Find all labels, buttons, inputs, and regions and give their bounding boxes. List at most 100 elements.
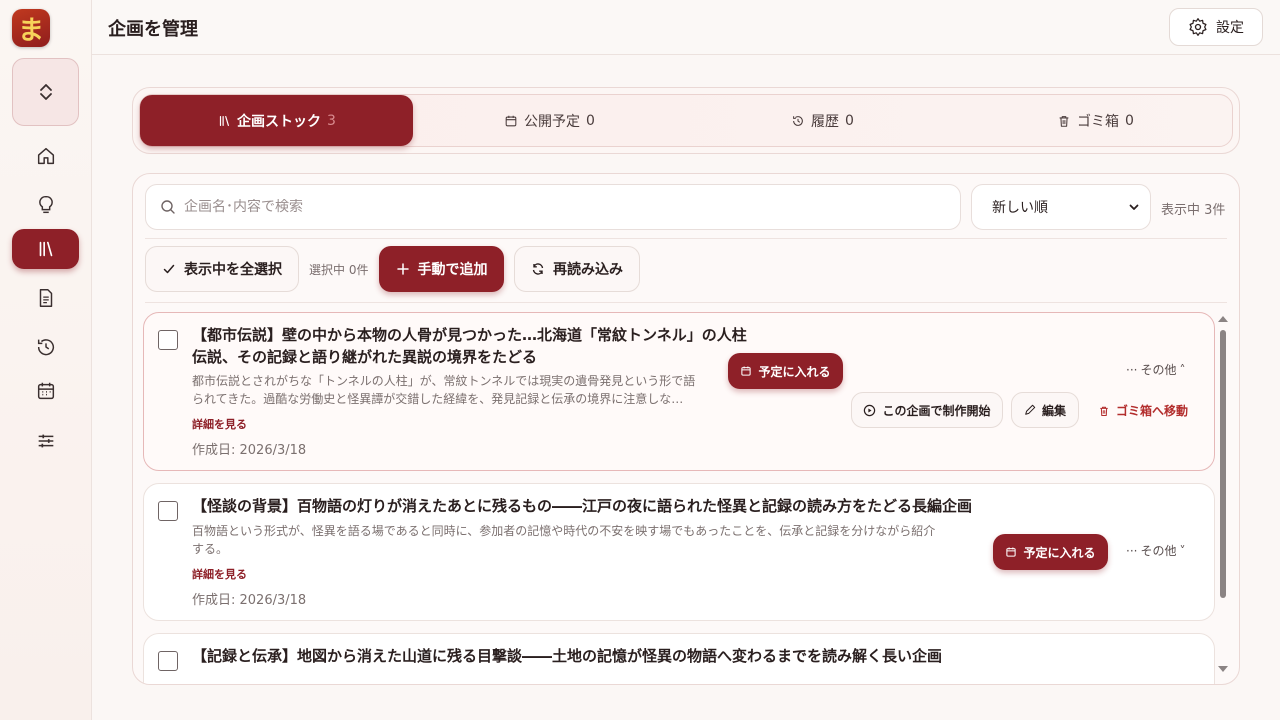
calendar-icon: [37, 382, 54, 400]
calendar-icon: [1006, 547, 1017, 557]
scroll-thumb[interactable]: [1220, 330, 1226, 598]
tab-count: 0: [845, 112, 854, 129]
showing-count: 表示中 3件: [1161, 203, 1226, 218]
sidebar: ま: [0, 0, 92, 720]
calendar-icon: [505, 115, 517, 126]
chevron-down-icon: [1129, 204, 1139, 210]
search-input[interactable]: [184, 199, 944, 215]
sidebar-item-ideas[interactable]: [12, 185, 79, 225]
ellipsis-icon: ···: [1126, 362, 1138, 377]
start-production-button[interactable]: この企画で制作開始: [851, 392, 1003, 428]
add-manual-button[interactable]: 手動で追加: [379, 246, 504, 292]
tab-label: 企画ストック: [237, 113, 322, 130]
page-title: 企画を管理: [108, 19, 198, 40]
chevron-down-icon: ˅: [1179, 543, 1186, 558]
trash-icon: [1059, 115, 1069, 127]
sliders-icon: [38, 434, 53, 448]
schedule-label: 予定に入れる: [758, 364, 831, 379]
schedule-label: 予定に入れる: [1023, 545, 1096, 560]
item-title: 【都市伝説】壁の中から本物の人骨が見つかった…北海道「常紋トンネル」の人柱 伝説…: [192, 326, 747, 366]
more-label: その他: [1140, 363, 1177, 377]
item-checkbox[interactable]: [158, 501, 178, 521]
sort-select[interactable]: 新しい順: [971, 184, 1151, 230]
settings-button[interactable]: 設定: [1169, 8, 1263, 46]
sort-value: 新しい順: [992, 200, 1048, 216]
sidebar-item-history[interactable]: [12, 327, 79, 367]
sidebar-item-library[interactable]: [12, 229, 79, 269]
pencil-icon: [1025, 404, 1036, 415]
item-description: 百物語という形式が、怪異を語る場であると同時に、参加者の記憶や時代の不安を映す場…: [192, 524, 936, 556]
sidebar-item-home[interactable]: [12, 136, 79, 176]
item-checkbox[interactable]: [158, 651, 178, 671]
lightbulb-icon: [38, 196, 53, 214]
home-icon: [37, 147, 54, 165]
list-item[interactable]: 【怪談の背景】百物語の灯りが消えたあとに残るもの――江戸の夜に語られた怪異と記録…: [143, 483, 1215, 621]
item-detail-link[interactable]: 詳細を見る: [192, 416, 247, 432]
item-title: 【記録と伝承】地図から消えた山道に残る目撃談――土地の記憶が怪異の物語へ変わるま…: [192, 647, 943, 665]
tab-count: 3: [327, 112, 336, 129]
list-scrollbar[interactable]: [1217, 316, 1229, 672]
app-logo[interactable]: ま: [12, 9, 50, 47]
tab-count: 0: [586, 112, 595, 129]
sidebar-toggle-button[interactable]: [12, 58, 79, 126]
gear-icon: [1189, 18, 1207, 36]
tab-stock[interactable]: 企画ストック 3: [140, 95, 413, 146]
schedule-button[interactable]: 予定に入れる: [728, 353, 843, 389]
search-box[interactable]: [145, 184, 961, 230]
plus-icon: [396, 263, 409, 275]
item-detail-link[interactable]: 詳細を見る: [192, 566, 247, 582]
list-item[interactable]: 【都市伝説】壁の中から本物の人骨が見つかった…北海道「常紋トンネル」の人柱 伝説…: [143, 312, 1215, 471]
tab-count: 0: [1125, 112, 1134, 129]
divider: [145, 238, 1227, 239]
chevron-up-down-icon: [39, 84, 52, 100]
start-production-label: この企画で制作開始: [882, 403, 991, 418]
play-circle-icon: [864, 404, 876, 416]
more-toggle[interactable]: ··· その他 ˄: [1126, 361, 1185, 378]
tab-label: 公開予定: [524, 113, 581, 130]
library-icon: [39, 241, 52, 257]
sidebar-item-settings[interactable]: [12, 421, 79, 461]
schedule-button[interactable]: 予定に入れる: [993, 534, 1108, 570]
item-created-date: 作成日: 2026/3/18: [192, 443, 307, 458]
edit-button[interactable]: 編集: [1011, 392, 1079, 428]
check-icon: [163, 264, 175, 274]
search-icon: [161, 200, 175, 214]
header: 企画を管理 設定: [92, 0, 1280, 55]
library-icon: [219, 115, 230, 126]
more-label: その他: [1140, 544, 1177, 558]
document-icon: [39, 289, 52, 307]
scroll-down-arrow-icon[interactable]: [1218, 666, 1228, 672]
item-created-date: 作成日: 2026/3/18: [192, 593, 307, 608]
select-all-label: 表示中を全選択: [184, 262, 282, 278]
settings-label: 設定: [1216, 20, 1244, 36]
selected-count: 選択中 0件: [309, 263, 369, 277]
calendar-icon: [741, 366, 752, 376]
history-icon: [793, 115, 803, 126]
divider: [145, 302, 1227, 303]
tab-bar: 企画ストック 3 公開予定 0 履歴 0 ゴミ箱 0: [132, 87, 1240, 154]
reload-button[interactable]: 再読み込み: [514, 246, 640, 292]
item-title: 【怪談の背景】百物語の灯りが消えたあとに残るもの――江戸の夜に語られた怪異と記録…: [192, 497, 973, 515]
refresh-icon: [532, 263, 544, 275]
select-all-button[interactable]: 表示中を全選択: [145, 246, 299, 292]
edit-label: 編集: [1041, 403, 1066, 418]
add-manual-label: 手動で追加: [417, 262, 488, 278]
tab-history[interactable]: 履歴 0: [686, 95, 959, 146]
move-to-trash-button[interactable]: ゴミ箱へ移動: [1098, 402, 1188, 419]
ellipsis-icon: ···: [1126, 543, 1138, 558]
item-description: 都市伝説とされがちな「トンネルの人柱」が、常紋トンネルでは現実の遺骨発見という形…: [192, 374, 696, 406]
tab-trash[interactable]: ゴミ箱 0: [959, 95, 1232, 146]
sidebar-item-documents[interactable]: [12, 278, 79, 318]
stock-panel: 新しい順 表示中 3件 表示中を全選択 選択中 0件 手動で追加 再読み込み 【…: [132, 173, 1240, 685]
item-checkbox[interactable]: [158, 330, 178, 350]
stock-list: 【都市伝説】壁の中から本物の人骨が見つかった…北海道「常紋トンネル」の人柱 伝説…: [143, 312, 1215, 684]
sidebar-item-calendar[interactable]: [12, 371, 79, 411]
tab-scheduled[interactable]: 公開予定 0: [413, 95, 686, 146]
scroll-up-arrow-icon[interactable]: [1218, 316, 1228, 322]
list-item[interactable]: 【記録と伝承】地図から消えた山道に残る目撃談――土地の記憶が怪異の物語へ変わるま…: [143, 633, 1215, 684]
more-toggle[interactable]: ··· その他 ˅: [1126, 542, 1185, 559]
move-to-trash-label: ゴミ箱へ移動: [1116, 404, 1189, 418]
tab-label: 履歴: [811, 113, 840, 130]
chevron-up-icon: ˄: [1179, 362, 1186, 377]
trash-icon: [1100, 406, 1108, 416]
